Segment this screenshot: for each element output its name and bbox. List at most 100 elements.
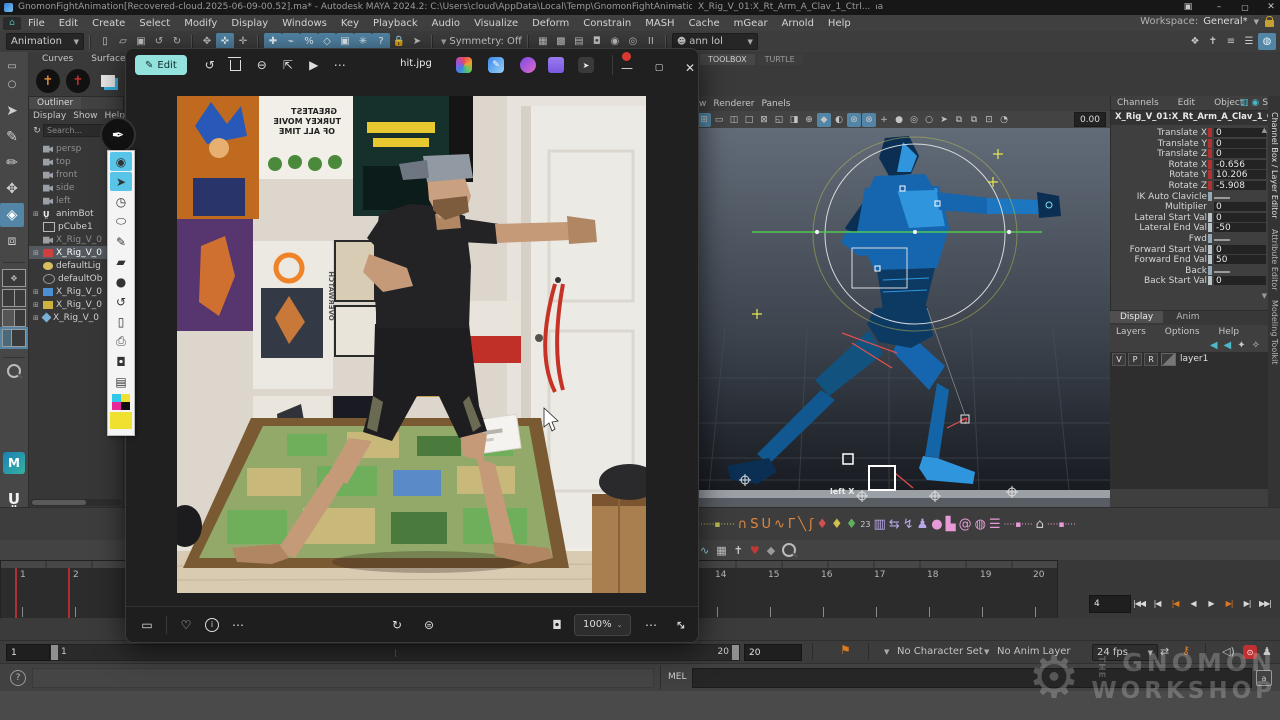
playback-loop-icon[interactable]: ⇄ (1160, 645, 1169, 658)
more-icon[interactable]: ⋯ (225, 614, 251, 636)
joint-xray-icon[interactable]: ● (892, 113, 906, 127)
folder-icon[interactable]: ▙ (946, 513, 956, 537)
globe-icon[interactable]: ◍ (975, 513, 986, 537)
photos-app-window[interactable]: ✎ Edit ↺ ⊖ ⇱ ▶ ⋯ hit.jpg ✎ ➤ — ▢ ✕ (125, 48, 699, 643)
layer-row[interactable]: V P R layer1 (1110, 352, 1268, 366)
tween-slider-icon[interactable]: ·····▪····· (700, 513, 735, 537)
menu-deform[interactable]: Deform (525, 18, 576, 29)
shelf-tab-toolbox[interactable]: TOOLBOX (700, 54, 755, 65)
keypose-yellow-icon[interactable]: ♦ (831, 513, 843, 537)
menu-create[interactable]: Create (85, 18, 132, 29)
xray-icon[interactable]: + (877, 113, 891, 127)
designer-icon[interactable] (456, 57, 472, 73)
menu-cache[interactable]: Cache (682, 18, 727, 29)
side-tab-0[interactable]: Channel Box / Layer Editor (1270, 112, 1279, 219)
avatar-icon[interactable]: ● (931, 513, 942, 537)
mirror-pose-icon[interactable]: ⇆ (889, 513, 900, 537)
menu-mgear[interactable]: mGear (727, 18, 775, 29)
transport-button-3[interactable]: ◀ (1184, 594, 1202, 612)
film-gate-icon[interactable]: ▭ (712, 113, 726, 127)
channelbox-menu-edit[interactable]: Edit (1178, 98, 1195, 108)
viewport-menu-renderer[interactable]: Renderer (713, 99, 754, 109)
open-scene-icon[interactable]: ▱ (114, 33, 132, 50)
zoom-select[interactable]: 100%⌄ (574, 614, 631, 636)
menu-set-dropdown[interactable]: Animation▼ (6, 33, 84, 50)
copy-view-icon[interactable]: ⧉ (952, 113, 966, 127)
channel-value-field[interactable]: 10.206 (1214, 170, 1266, 179)
channel-value-field[interactable]: 0 (1214, 149, 1266, 158)
menu-select[interactable]: Select (132, 18, 177, 29)
channel-row[interactable]: Forward Start Val0 (1111, 245, 1269, 255)
layer-name[interactable]: layer1 (1180, 354, 1208, 364)
maximize-button[interactable]: ▢ (1238, 1, 1252, 13)
isolate-icon[interactable]: ○ (922, 113, 936, 127)
mel-label[interactable]: MEL (668, 672, 686, 682)
eye-icon[interactable]: ◉ (110, 152, 132, 171)
paste-view-icon[interactable]: ⧉ (967, 113, 981, 127)
menu-playback[interactable]: Playback (366, 18, 425, 29)
anim-layer-dropdown[interactable]: No Anim Layer (997, 646, 1071, 657)
channel-row[interactable]: Translate Y0 (1111, 139, 1269, 149)
set-key-person-icon[interactable]: ✝ (734, 544, 743, 557)
outliner-hscrollbar[interactable] (31, 499, 121, 506)
new-scene-icon[interactable]: ▯ (96, 33, 114, 50)
curve-wave-icon[interactable]: ∿ (774, 513, 785, 537)
safe-title-icon[interactable]: ◨ (787, 113, 801, 127)
spin-icon[interactable]: ↻ (384, 614, 410, 636)
mute-audio-icon[interactable]: ◁) (1222, 645, 1235, 658)
channel-row[interactable]: Multiplier0 (1111, 202, 1269, 212)
curve-step-icon[interactable]: Γ (788, 513, 795, 537)
menu-help[interactable]: Help (821, 18, 858, 29)
timer-icon[interactable]: ◷ (110, 192, 132, 211)
current-frame-field[interactable]: 4 (1089, 595, 1131, 613)
workspace-caret-icon[interactable]: ▼ (1254, 18, 1259, 26)
frame-23-icon[interactable]: 23 (860, 513, 870, 537)
menu-display[interactable]: Display (224, 18, 275, 29)
curve-u-icon[interactable]: U (762, 513, 772, 537)
dope-sheet-icon[interactable]: ▦ (716, 544, 726, 557)
layer-playback-toggle[interactable]: P (1128, 353, 1142, 366)
hypershade-icon[interactable]: ❖ (1186, 33, 1204, 50)
close-button[interactable]: ✕ (1264, 1, 1278, 13)
pose-library-icon[interactable]: ▥ (874, 513, 886, 537)
transport-button-4[interactable]: ▶ (1202, 594, 1220, 612)
graph-editor-icon[interactable]: ∿ (700, 544, 709, 557)
fullscreen-icon[interactable]: ↔ (664, 608, 698, 642)
channel-value-field[interactable]: 0 (1214, 139, 1266, 148)
fps-dropdown[interactable]: 24 fps▼ (1092, 644, 1158, 661)
layer-reference-toggle[interactable]: R (1144, 353, 1158, 366)
layer-new-selected-icon[interactable]: ✧ (1252, 340, 1260, 351)
cursor-icon[interactable]: ➤ (110, 172, 132, 191)
eraser-flat-icon[interactable]: ▰ (110, 252, 132, 271)
textured-icon[interactable]: ◐ (832, 113, 846, 127)
menu-audio[interactable]: Audio (425, 18, 467, 29)
window-minimize-icon[interactable]: — (614, 57, 640, 79)
channel-value-field[interactable]: 0 (1214, 245, 1266, 254)
shelf-dot-icon[interactable]: ○ (0, 76, 24, 92)
range-start-handle[interactable] (51, 645, 58, 660)
viewport-menu-panels[interactable]: Panels (761, 99, 790, 109)
channel-value-field[interactable]: -0.656 (1214, 160, 1266, 169)
channel-row[interactable]: Fwd (1111, 234, 1269, 244)
shelf-anim-orange-icon[interactable]: ✝ (36, 69, 60, 93)
transport-button-5[interactable]: ▶| (1220, 594, 1238, 612)
field-chart-icon[interactable]: ⊠ (757, 113, 771, 127)
pink-slider2-icon[interactable]: ····▪···· (1047, 513, 1076, 537)
layer-visible-toggle[interactable]: V (1112, 353, 1126, 366)
channel-value-field[interactable]: 0 (1214, 128, 1266, 137)
at-icon[interactable]: @ (959, 513, 972, 537)
lasso-tool[interactable]: ✎ (0, 125, 24, 149)
channel-value-field[interactable]: -50 (1214, 223, 1266, 232)
menu-edit[interactable]: Edit (52, 18, 85, 29)
panel-layout-icon[interactable]: ☰ (1240, 33, 1258, 50)
transport-button-6[interactable]: ▶| (1238, 594, 1256, 612)
lighting-icon[interactable]: ⊛ (847, 113, 861, 127)
channel-value-field[interactable]: 50 (1214, 255, 1266, 264)
channel-row[interactable]: Back (1111, 266, 1269, 276)
workspace-icon[interactable]: ◍ (1258, 33, 1276, 50)
expand-icon[interactable]: ⊞ (33, 314, 41, 322)
outliner-toggle-icon[interactable]: ≡ (1222, 33, 1240, 50)
favorite-icon[interactable]: ♡ (173, 614, 199, 636)
clipboard-icon[interactable]: ▤ (110, 372, 132, 391)
channel-scroll-down-icon[interactable]: ▼ (1262, 292, 1267, 300)
